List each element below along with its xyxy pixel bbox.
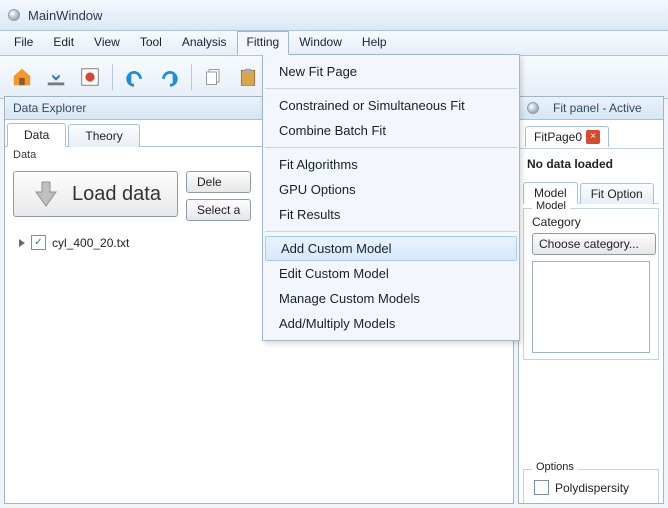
options-group: Options Polydispersity xyxy=(523,469,659,503)
paste-icon[interactable] xyxy=(232,61,264,93)
menu-tool[interactable]: Tool xyxy=(130,31,172,55)
menu-file[interactable]: File xyxy=(4,31,43,55)
menubar: FileEditViewToolAnalysisFittingWindowHel… xyxy=(0,31,668,56)
menuitem-combine-batch-fit[interactable]: Combine Batch Fit xyxy=(263,118,519,143)
titlebar[interactable]: MainWindow xyxy=(0,0,668,31)
tab-fitpage0[interactable]: FitPage0 × xyxy=(525,126,609,147)
load-data-label: Load data xyxy=(72,183,161,206)
menu-separator xyxy=(265,88,517,89)
select-all-button[interactable]: Select a xyxy=(186,199,251,221)
close-icon[interactable]: × xyxy=(586,130,600,144)
tab-label: FitPage0 xyxy=(534,130,582,144)
menu-edit[interactable]: Edit xyxy=(43,31,84,55)
menu-fitting[interactable]: Fitting xyxy=(237,31,290,55)
menu-analysis[interactable]: Analysis xyxy=(172,31,237,55)
menuitem-constrained-or-simultaneous-fit[interactable]: Constrained or Simultaneous Fit xyxy=(263,93,519,118)
category-select[interactable]: Choose category... xyxy=(532,233,656,255)
menu-separator xyxy=(265,147,517,148)
record-icon[interactable] xyxy=(74,61,106,93)
menuitem-fit-results[interactable]: Fit Results xyxy=(263,202,519,227)
menuitem-add-multiply-models[interactable]: Add/Multiply Models xyxy=(263,311,519,336)
window-title: MainWindow xyxy=(28,8,102,23)
home-icon[interactable] xyxy=(6,61,38,93)
menu-view[interactable]: View xyxy=(84,31,130,55)
panel-title: Data Explorer xyxy=(13,101,86,115)
item-name: cyl_400_20.txt xyxy=(52,236,129,250)
menu-window[interactable]: Window xyxy=(289,31,352,55)
item-checkbox[interactable] xyxy=(31,235,46,250)
menu-help[interactable]: Help xyxy=(352,31,397,55)
menuitem-fit-algorithms[interactable]: Fit Algorithms xyxy=(263,152,519,177)
toolbar-separator xyxy=(191,64,192,90)
menuitem-add-custom-model[interactable]: Add Custom Model xyxy=(265,236,517,261)
group-legend: Model xyxy=(532,200,570,212)
menuitem-new-fit-page[interactable]: New Fit Page xyxy=(263,59,519,84)
expand-icon[interactable] xyxy=(19,239,25,247)
panel-title: Fit panel - Active xyxy=(553,101,642,115)
menuitem-manage-custom-models[interactable]: Manage Custom Models xyxy=(263,286,519,311)
tab-fit-option[interactable]: Fit Option xyxy=(580,183,654,204)
fit-panel-header[interactable]: Fit panel - Active xyxy=(519,97,663,120)
polydispersity-checkbox[interactable] xyxy=(534,480,549,495)
copy-icon[interactable] xyxy=(198,61,230,93)
download-icon[interactable] xyxy=(40,61,72,93)
menuitem-gpu-options[interactable]: GPU Options xyxy=(263,177,519,202)
menuitem-edit-custom-model[interactable]: Edit Custom Model xyxy=(263,261,519,286)
select-value: Choose category... xyxy=(539,237,639,251)
model-listbox[interactable] xyxy=(532,261,650,353)
undo-icon[interactable] xyxy=(119,61,151,93)
fit-status: No data loaded xyxy=(519,153,663,175)
fit-panel: Fit panel - Active FitPage0 × No data lo… xyxy=(518,96,664,504)
menu-separator xyxy=(265,231,517,232)
fitting-menu-dropdown: New Fit Page Constrained or Simultaneous … xyxy=(262,54,520,341)
tab-data[interactable]: Data xyxy=(7,123,66,147)
redo-icon[interactable] xyxy=(153,61,185,93)
load-data-button[interactable]: Load data xyxy=(13,171,178,217)
tab-theory[interactable]: Theory xyxy=(68,124,139,147)
download-arrow-icon xyxy=(30,178,62,210)
fit-page-tabs: FitPage0 × xyxy=(519,120,663,149)
delete-button[interactable]: Dele xyxy=(186,171,251,193)
polydispersity-label: Polydispersity xyxy=(555,481,629,495)
group-legend: Options xyxy=(532,461,578,473)
toolbar-separator xyxy=(112,64,113,90)
model-group: Model Category Choose category... xyxy=(523,208,659,360)
panel-icon xyxy=(527,102,539,114)
app-icon xyxy=(8,9,20,21)
category-label: Category xyxy=(532,215,650,229)
